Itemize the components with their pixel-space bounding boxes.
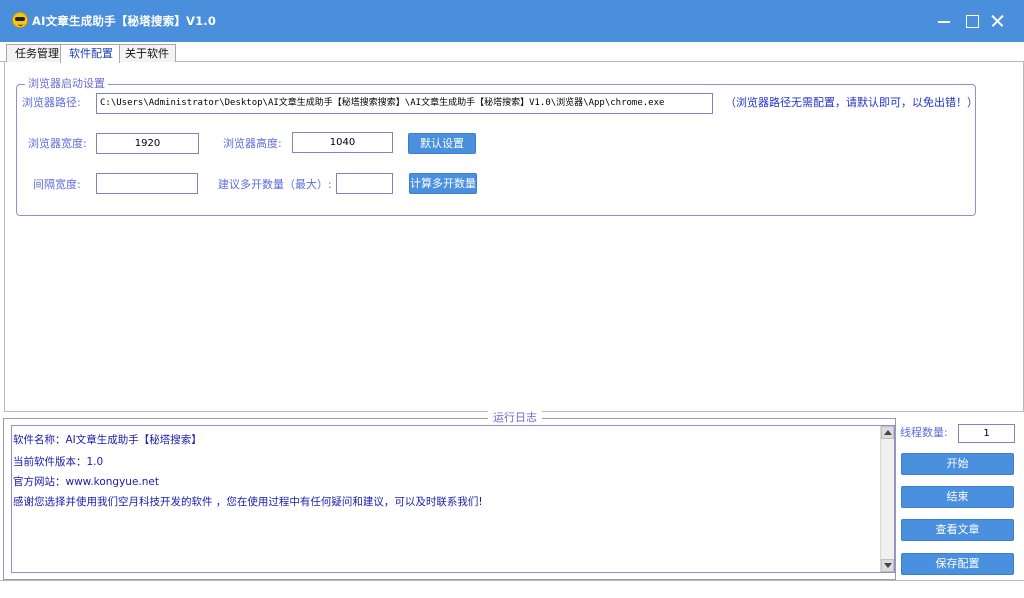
browser-width-label: 浏览器宽度:: [28, 137, 87, 150]
browser-height-label: 浏览器高度:: [223, 137, 282, 150]
scroll-up-icon[interactable]: [881, 426, 894, 439]
log-line: 感谢您选择并使用我们空月科技开发的软件 ，您在使用过程中有任何疑问和建议，可以及…: [13, 496, 483, 508]
title-bar: AI文章生成助手【秘塔搜索】V1.0: [0, 0, 1024, 42]
browser-path-label: 浏览器路径:: [22, 96, 81, 109]
default-settings-button[interactable]: 默认设置: [408, 133, 476, 154]
browser-width-input[interactable]: 1920: [96, 133, 199, 154]
thread-count-label: 线程数量:: [900, 426, 948, 439]
browser-path-hint: （浏览器路径无需配置，请默认即可，以免出错！）: [725, 96, 978, 109]
log-line: 官方网站：www.kongyue.net: [13, 476, 159, 488]
gap-width-input[interactable]: [96, 173, 198, 194]
thread-count-input[interactable]: 1: [958, 424, 1015, 443]
minimize-icon[interactable]: [935, 11, 955, 31]
start-button[interactable]: 开始: [901, 453, 1014, 475]
tab-software-config[interactable]: 软件配置: [60, 44, 120, 63]
tab-about[interactable]: 关于软件: [116, 44, 176, 62]
suggest-count-label: 建议多开数量（最大）:: [218, 178, 332, 191]
view-articles-button[interactable]: 查看文章: [901, 519, 1014, 541]
log-line: 当前软件版本：1.0: [13, 456, 104, 468]
app-logo-icon: [12, 12, 28, 28]
scroll-down-icon[interactable]: [881, 559, 894, 572]
calc-count-button[interactable]: 计算多开数量: [409, 173, 477, 194]
window-title: AI文章生成助手【秘塔搜索】V1.0: [32, 14, 217, 28]
tab-task-management[interactable]: 任务管理: [6, 44, 66, 62]
tab-bar: 任务管理 软件配置 关于软件: [0, 42, 1024, 63]
browser-height-input[interactable]: 1040: [292, 132, 393, 153]
status-divider: [0, 580, 1024, 581]
log-scrollbar[interactable]: [880, 426, 894, 572]
save-config-button[interactable]: 保存配置: [901, 553, 1014, 575]
close-icon[interactable]: [988, 11, 1008, 31]
maximize-icon[interactable]: [962, 11, 982, 31]
log-line: 软件名称：AI文章生成助手【秘塔搜索】: [13, 434, 202, 446]
stop-button[interactable]: 结束: [901, 486, 1014, 508]
gap-width-label: 间隔宽度:: [33, 178, 81, 191]
suggest-count-input[interactable]: [336, 173, 393, 194]
log-title: 运行日志: [488, 411, 542, 425]
browser-settings-title: 浏览器启动设置: [25, 77, 108, 91]
browser-path-input[interactable]: C:\Users\Administrator\Desktop\AI文章生成助手【…: [96, 93, 713, 114]
